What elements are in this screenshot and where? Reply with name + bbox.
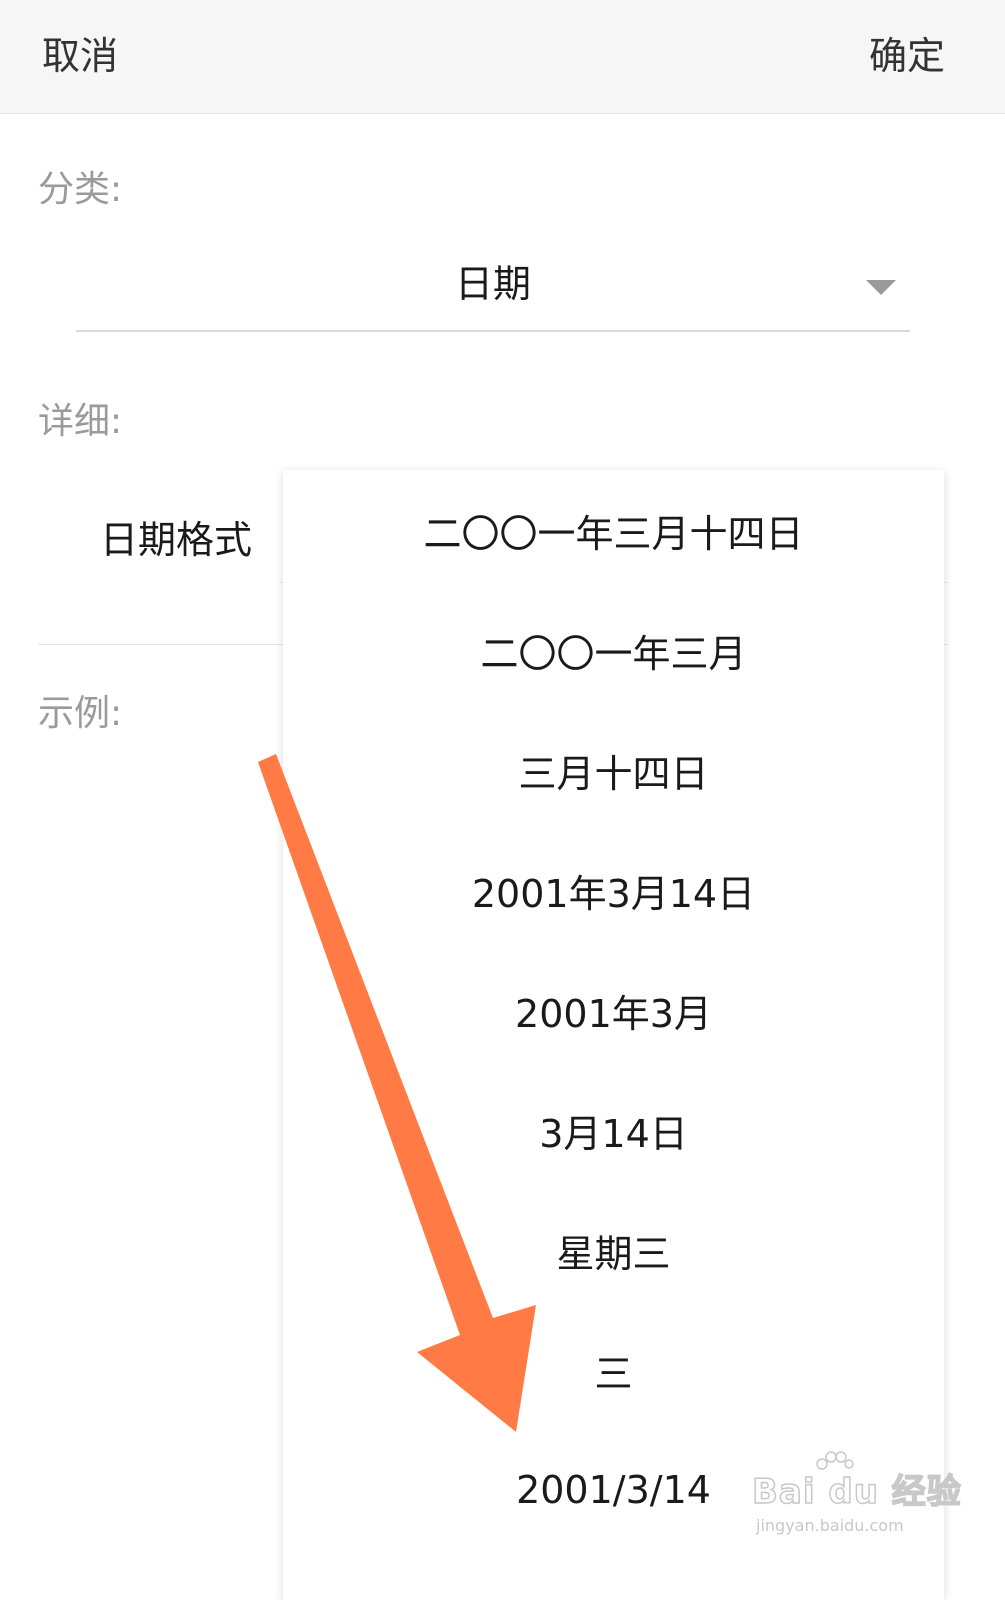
example-label: 示例: (38, 693, 123, 734)
date-format-label[interactable]: 日期格式 (100, 514, 252, 566)
category-select[interactable]: 日期 (76, 250, 910, 332)
dropdown-option[interactable]: 星期三 (283, 1190, 944, 1310)
dropdown-option[interactable]: 二〇〇一年三月 (283, 590, 944, 710)
dropdown-option[interactable]: 三 (283, 1310, 944, 1430)
detail-label: 详细: (38, 401, 123, 442)
baidu-jingyan-watermark: Bai du 经验 jingyan.baidu.com (751, 1451, 961, 1544)
category-label: 分类: (38, 169, 123, 210)
cancel-button[interactable]: 取消 (42, 30, 118, 82)
confirm-button[interactable]: 确定 (869, 30, 945, 82)
dropdown-option[interactable]: 3月14日 (283, 1070, 944, 1190)
dropdown-option[interactable]: 2001年3月 (283, 950, 944, 1070)
category-value: 日期 (454, 262, 531, 306)
date-format-dropdown: 二〇〇一年三月十四日 二〇〇一年三月 三月十四日 2001年3月14日 2001… (283, 470, 944, 1600)
dropdown-option[interactable]: 2001年3月14日 (283, 830, 944, 950)
dropdown-option[interactable]: 三月十四日 (283, 710, 944, 830)
watermark-url: jingyan.baidu.com (756, 1516, 904, 1535)
watermark-logo-text: Bai du 经验 (751, 1471, 962, 1513)
dropdown-option[interactable]: 二〇〇一年三月十四日 (283, 470, 944, 590)
header-bar: 取消 确定 (0, 0, 1005, 114)
dropdown-caret-icon (866, 280, 896, 295)
